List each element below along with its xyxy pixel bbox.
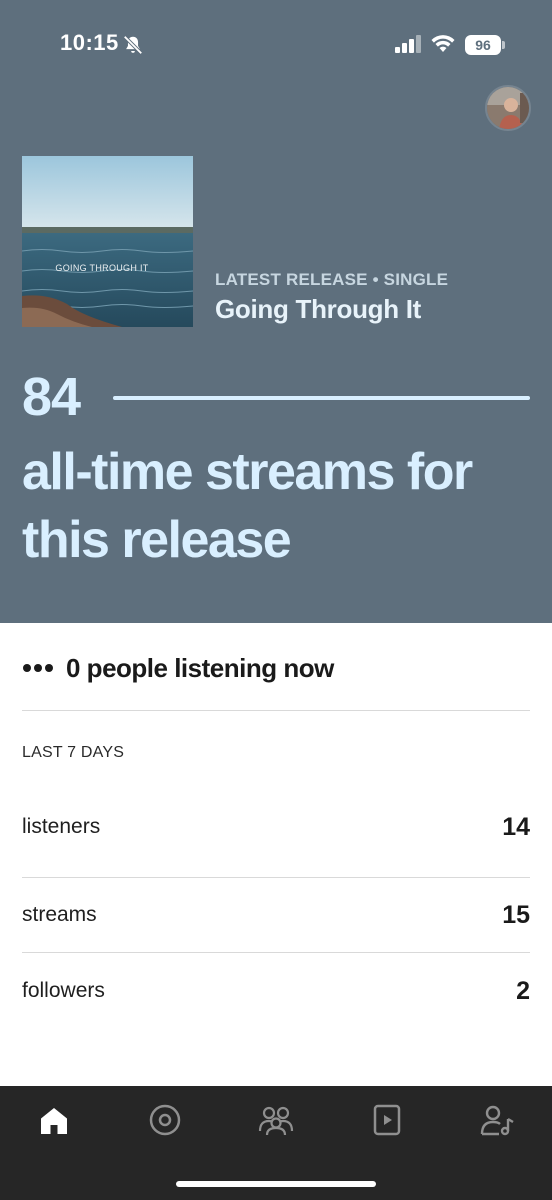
profile-avatar[interactable] xyxy=(485,85,531,131)
highlight-rule xyxy=(113,396,530,400)
dots-icon xyxy=(23,664,53,672)
stat-label-streams: streams xyxy=(22,903,97,926)
listening-now-text: 0 people listening now xyxy=(66,652,334,683)
all-time-streams-count: 84 xyxy=(22,367,81,427)
divider xyxy=(22,952,530,953)
release-meta: LATEST RELEASE • SINGLE xyxy=(215,270,449,289)
tab-video[interactable] xyxy=(367,1100,407,1140)
battery-level: 96 xyxy=(465,35,501,55)
section-label: LAST 7 DAYS xyxy=(22,744,125,761)
tab-team[interactable] xyxy=(477,1100,517,1140)
cover-text: GOING THROUGH IT xyxy=(55,263,149,273)
bell-slash-icon xyxy=(123,35,143,55)
tab-audience[interactable] xyxy=(256,1100,296,1140)
divider xyxy=(22,877,530,878)
tab-home[interactable] xyxy=(34,1100,74,1140)
release-title[interactable]: Going Through It xyxy=(215,294,421,325)
stat-value-streams: 15 xyxy=(502,901,530,929)
video-icon xyxy=(373,1104,401,1136)
stat-value-listeners: 14 xyxy=(502,813,530,841)
battery-tip xyxy=(502,41,505,49)
home-indicator[interactable] xyxy=(176,1181,376,1187)
stat-label-followers: followers xyxy=(22,979,105,1002)
release-cover[interactable]: GOING THROUGH IT xyxy=(22,156,193,327)
stat-label-listeners: listeners xyxy=(22,815,101,838)
status-time: 10:15 xyxy=(60,30,119,55)
home-icon xyxy=(41,1108,67,1134)
tab-music[interactable] xyxy=(145,1100,185,1140)
all-time-streams-caption: all-time streams for this release xyxy=(22,443,473,569)
status-bar: 10:15 96 xyxy=(0,0,552,90)
music-icon xyxy=(149,1104,181,1136)
team-icon xyxy=(480,1105,514,1136)
battery-icon: 96 xyxy=(465,35,505,55)
listening-now-row: 0 people listening now xyxy=(22,648,334,688)
signal-icon xyxy=(395,35,421,53)
cover-art xyxy=(22,156,193,327)
stat-value-followers: 2 xyxy=(516,977,530,1005)
wifi-icon xyxy=(431,35,455,52)
divider xyxy=(22,710,530,711)
audience-icon xyxy=(258,1106,294,1136)
